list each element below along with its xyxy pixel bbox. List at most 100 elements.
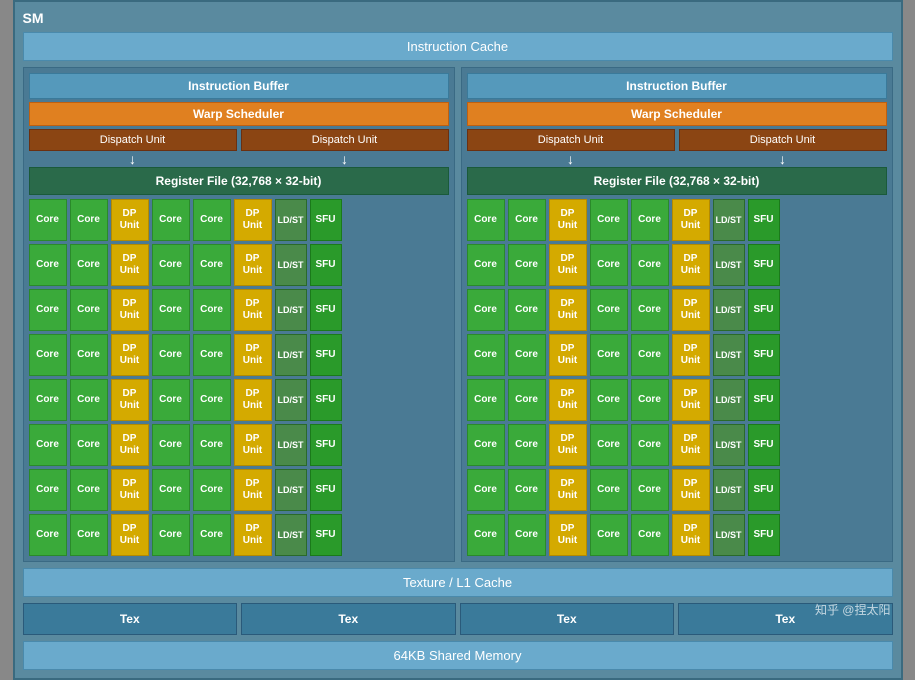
shared-memory: 64KB Shared Memory [23, 641, 893, 670]
tex-row: Tex Tex Tex Tex [23, 603, 893, 635]
core-row: CoreCoreDP UnitCoreCoreDP UnitLD/STSFU [467, 514, 887, 556]
dp-unit-cell: DP Unit [549, 334, 587, 376]
core-row: CoreCoreDP UnitCoreCoreDP UnitLD/STSFU [29, 379, 449, 421]
dp-unit-cell: DP Unit [111, 469, 149, 511]
core-cell: Core [152, 469, 190, 511]
left-inst-buffer: Instruction Buffer [29, 73, 449, 99]
ld/st-cell: LD/ST [713, 244, 745, 286]
sfu-cell: SFU [310, 469, 342, 511]
ld/st-cell: LD/ST [275, 244, 307, 286]
dp-unit-cell: DP Unit [672, 289, 710, 331]
core-cell: Core [590, 379, 628, 421]
left-dispatch-2: Dispatch Unit [241, 129, 449, 151]
core-cell: Core [508, 514, 546, 556]
ld/st-cell: LD/ST [275, 334, 307, 376]
core-cell: Core [467, 289, 505, 331]
core-cell: Core [70, 514, 108, 556]
core-cell: Core [508, 244, 546, 286]
core-cell: Core [193, 334, 231, 376]
core-cell: Core [193, 469, 231, 511]
ld/st-cell: LD/ST [275, 514, 307, 556]
core-cell: Core [152, 244, 190, 286]
core-cell: Core [631, 469, 669, 511]
sfu-cell: SFU [748, 424, 780, 466]
core-cell: Core [152, 514, 190, 556]
core-cell: Core [467, 199, 505, 241]
sfu-cell: SFU [748, 379, 780, 421]
core-cell: Core [631, 244, 669, 286]
core-cell: Core [631, 289, 669, 331]
main-two-col: Instruction Buffer Warp Scheduler Dispat… [23, 67, 893, 562]
ld/st-cell: LD/ST [275, 379, 307, 421]
dp-unit-cell: DP Unit [549, 469, 587, 511]
texture-cache: Texture / L1 Cache [23, 568, 893, 597]
ld/st-cell: LD/ST [713, 334, 745, 376]
ld/st-cell: LD/ST [275, 469, 307, 511]
dp-unit-cell: DP Unit [234, 334, 272, 376]
instruction-cache: Instruction Cache [23, 32, 893, 61]
core-cell: Core [152, 334, 190, 376]
sfu-cell: SFU [748, 469, 780, 511]
core-cell: Core [631, 424, 669, 466]
ld/st-cell: LD/ST [275, 289, 307, 331]
tex-1: Tex [23, 603, 238, 635]
core-cell: Core [590, 199, 628, 241]
sfu-cell: SFU [748, 199, 780, 241]
right-arrow-2: ↓ [679, 151, 887, 167]
core-row: CoreCoreDP UnitCoreCoreDP UnitLD/STSFU [29, 469, 449, 511]
core-row: CoreCoreDP UnitCoreCoreDP UnitLD/STSFU [29, 514, 449, 556]
core-cell: Core [193, 244, 231, 286]
sfu-cell: SFU [748, 244, 780, 286]
core-cell: Core [467, 334, 505, 376]
sfu-cell: SFU [310, 289, 342, 331]
core-row: CoreCoreDP UnitCoreCoreDP UnitLD/STSFU [29, 424, 449, 466]
core-cell: Core [467, 244, 505, 286]
dp-unit-cell: DP Unit [234, 379, 272, 421]
core-cell: Core [152, 379, 190, 421]
dp-unit-cell: DP Unit [549, 199, 587, 241]
core-cell: Core [29, 379, 67, 421]
tex-3: Tex [460, 603, 675, 635]
core-cell: Core [29, 334, 67, 376]
core-cell: Core [152, 199, 190, 241]
left-warp-scheduler: Warp Scheduler [29, 102, 449, 126]
core-row: CoreCoreDP UnitCoreCoreDP UnitLD/STSFU [467, 379, 887, 421]
dp-unit-cell: DP Unit [549, 424, 587, 466]
core-row: CoreCoreDP UnitCoreCoreDP UnitLD/STSFU [29, 289, 449, 331]
ld/st-cell: LD/ST [713, 424, 745, 466]
sfu-cell: SFU [310, 244, 342, 286]
left-section: Instruction Buffer Warp Scheduler Dispat… [23, 67, 455, 562]
left-arrow-2: ↓ [241, 151, 449, 167]
dp-unit-cell: DP Unit [672, 334, 710, 376]
dp-unit-cell: DP Unit [111, 244, 149, 286]
core-row: CoreCoreDP UnitCoreCoreDP UnitLD/STSFU [467, 199, 887, 241]
right-section: Instruction Buffer Warp Scheduler Dispat… [461, 67, 893, 562]
left-arrow-1: ↓ [29, 151, 237, 167]
dp-unit-cell: DP Unit [549, 379, 587, 421]
dp-unit-cell: DP Unit [549, 244, 587, 286]
sm-label: SM [23, 10, 893, 26]
core-cell: Core [590, 424, 628, 466]
dp-unit-cell: DP Unit [549, 289, 587, 331]
dp-unit-cell: DP Unit [234, 514, 272, 556]
core-cell: Core [70, 199, 108, 241]
core-cell: Core [70, 334, 108, 376]
left-cores-grid: CoreCoreDP UnitCoreCoreDP UnitLD/STSFUCo… [29, 199, 449, 556]
core-cell: Core [70, 289, 108, 331]
right-dispatch-1: Dispatch Unit [467, 129, 675, 151]
right-dispatch-row: Dispatch Unit Dispatch Unit [467, 129, 887, 151]
right-half: Instruction Buffer Warp Scheduler Dispat… [461, 67, 893, 562]
core-row: CoreCoreDP UnitCoreCoreDP UnitLD/STSFU [29, 199, 449, 241]
dp-unit-cell: DP Unit [111, 379, 149, 421]
watermark: 知乎 @捏太阳 [815, 601, 891, 618]
core-cell: Core [508, 289, 546, 331]
core-cell: Core [631, 199, 669, 241]
right-register-file: Register File (32,768 × 32-bit) [467, 167, 887, 195]
ld/st-cell: LD/ST [275, 424, 307, 466]
sfu-cell: SFU [310, 379, 342, 421]
dp-unit-cell: DP Unit [672, 244, 710, 286]
ld/st-cell: LD/ST [713, 514, 745, 556]
core-cell: Core [508, 424, 546, 466]
core-cell: Core [29, 424, 67, 466]
core-cell: Core [467, 379, 505, 421]
